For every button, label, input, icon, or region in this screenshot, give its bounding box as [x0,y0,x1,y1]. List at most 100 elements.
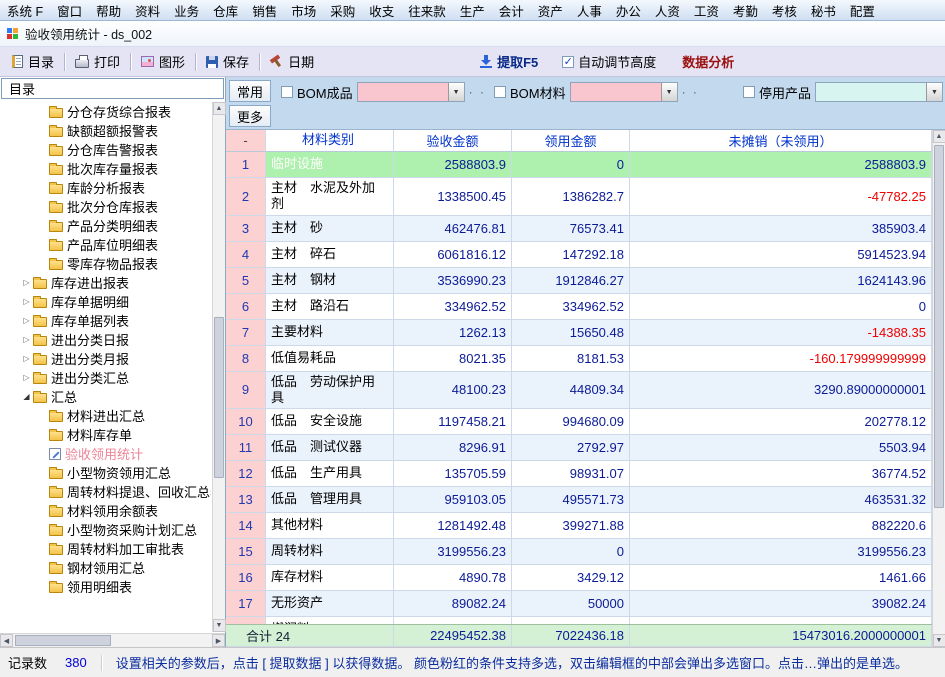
unamortized-amount-cell[interactable]: -160.179999999999 [630,346,932,372]
unamortized-amount-cell[interactable]: 5914523.94 [630,242,932,268]
use-amount-cell[interactable]: 147292.18 [512,242,630,268]
unamortized-amount-cell[interactable]: -47782.25 [630,178,932,216]
filter-combo[interactable] [357,82,465,102]
filter-checkbox[interactable] [743,86,755,98]
table-row[interactable]: 5主材 钢材3536990.231912846.271624143.96 [226,268,932,294]
unamortized-amount-cell[interactable]: 39082.24 [630,591,932,617]
unamortized-amount-cell[interactable]: 3199556.23 [630,539,932,565]
menu-item[interactable]: 市场 [284,0,323,22]
menu-item[interactable]: 工资 [687,0,726,22]
column-header-accept-amount[interactable]: 验收金额 [394,130,512,152]
use-amount-cell[interactable]: 50000 [512,591,630,617]
table-row[interactable]: 4主材 碎石6061816.12147292.185914523.94 [226,242,932,268]
tree-expander-icon[interactable] [20,392,33,401]
menu-item[interactable]: 人事 [570,0,609,22]
scrollbar-track[interactable] [13,634,212,647]
table-row[interactable]: 6主材 路沿石334962.52334962.520 [226,294,932,320]
category-cell[interactable]: 低品 劳动保护用具 [266,372,394,410]
tree-expander-icon[interactable] [20,335,33,344]
scrollbar-track[interactable] [933,143,945,634]
accept-amount-cell[interactable]: 3199556.23 [394,539,512,565]
use-amount-cell[interactable]: 29873.66 [512,617,630,624]
tree-item[interactable]: 进出分类汇总 [0,368,211,387]
table-row[interactable]: 16库存材料4890.783429.121461.66 [226,565,932,591]
tree-expander-icon[interactable] [20,373,33,382]
tree-expander-icon[interactable] [20,297,33,306]
table-row[interactable]: 10低品 安全设施1197458.21994680.09202778.12 [226,409,932,435]
tree-expander-icon[interactable] [20,354,33,363]
accept-amount-cell[interactable]: 1197458.21 [394,409,512,435]
tree-item[interactable]: 分仓库告警报表 [0,140,211,159]
tree-item[interactable]: 领用明细表 [0,577,211,596]
tree-item[interactable]: 小型物资采购计划汇总 [0,520,211,539]
use-amount-cell[interactable]: 399271.88 [512,513,630,539]
menu-item[interactable]: 窗口 [50,0,89,22]
use-amount-cell[interactable]: 98931.07 [512,461,630,487]
accept-amount-cell[interactable]: 6061816.12 [394,242,512,268]
use-amount-cell[interactable]: 0 [512,152,630,178]
unamortized-amount-cell[interactable]: 5503.94 [630,435,932,461]
menu-item[interactable]: 往来款 [401,0,453,22]
sidebar-vertical-scrollbar[interactable] [212,102,225,632]
tree-item[interactable]: 材料领用余额表 [0,501,211,520]
accept-amount-cell[interactable]: 48100.23 [394,372,512,410]
scrollbar-track[interactable] [213,115,225,619]
scroll-left-arrow[interactable] [0,634,13,647]
category-cell[interactable]: 主材 砂 [266,216,394,242]
scrollbar-thumb[interactable] [934,145,944,508]
table-row[interactable]: 9低品 劳动保护用具48100.2344809.343290.890000000… [226,372,932,410]
category-cell[interactable]: 低品 安全设施 [266,409,394,435]
category-cell[interactable]: 低品 生产用具 [266,461,394,487]
table-row[interactable]: 17无形资产89082.245000039082.24 [226,591,932,617]
catalog-button[interactable]: 目录 [4,49,62,74]
graph-button[interactable]: 图形 [133,49,193,74]
category-cell[interactable]: 库存材料 [266,565,394,591]
use-amount-cell[interactable]: 2792.97 [512,435,630,461]
unamortized-amount-cell[interactable]: 202778.12 [630,409,932,435]
table-row[interactable]: 1临时设施2588803.902588803.9 [226,152,932,178]
table-row[interactable]: 12低品 生产用具135705.5998931.0736774.52 [226,461,932,487]
tree-item[interactable]: 库存单据明细 [0,292,211,311]
filter-combo[interactable] [570,82,678,102]
tree-item[interactable]: 周转材料提退、回收汇总表 [0,482,211,501]
tree-item[interactable]: 材料进出汇总 [0,406,211,425]
tab-more[interactable]: 更多 [229,105,271,127]
unamortized-amount-cell[interactable]: 385903.4 [630,216,932,242]
menu-item[interactable]: 资产 [531,0,570,22]
menu-item[interactable]: 仓库 [206,0,245,22]
category-cell[interactable]: 主材 路沿石 [266,294,394,320]
tree-item[interactable]: 周转材料加工审批表 [0,539,211,558]
column-header-index[interactable]: - [226,130,266,152]
scroll-down-arrow[interactable] [933,634,945,647]
data-analysis-button[interactable]: 数据分析 [674,49,742,74]
table-row[interactable]: 11低品 测试仪器8296.912792.975503.94 [226,435,932,461]
scrollbar-thumb[interactable] [214,317,224,478]
table-row[interactable]: 2主材 水泥及外加剂1338500.451386282.7-47782.25 [226,178,932,216]
table-row[interactable]: 15周转材料3199556.2303199556.23 [226,539,932,565]
use-amount-cell[interactable]: 495571.73 [512,487,630,513]
use-amount-cell[interactable]: 76573.41 [512,216,630,242]
accept-amount-cell[interactable]: 135705.59 [394,461,512,487]
table-row[interactable]: 8低值易耗品8021.358181.53-160.179999999999 [226,346,932,372]
use-amount-cell[interactable]: 1386282.7 [512,178,630,216]
use-amount-cell[interactable]: 334962.52 [512,294,630,320]
category-cell[interactable]: 低品 管理用具 [266,487,394,513]
accept-amount-cell[interactable]: 2588803.9 [394,152,512,178]
tree-item[interactable]: 缺额超额报警表 [0,121,211,140]
extract-button[interactable]: 提取F5 [472,49,546,74]
menu-item[interactable]: 采购 [323,0,362,22]
tree-item[interactable]: 库存单据列表 [0,311,211,330]
menu-item[interactable]: 配置 [843,0,882,22]
table-row[interactable]: 13低品 管理用具959103.05495571.73463531.32 [226,487,932,513]
unamortized-amount-cell[interactable]: 3290.89000000001 [630,372,932,410]
use-amount-cell[interactable]: 3429.12 [512,565,630,591]
unamortized-amount-cell[interactable]: 36774.52 [630,461,932,487]
category-cell[interactable]: 无形资产 [266,591,394,617]
tree-item[interactable]: 进出分类月报 [0,349,211,368]
combo-dropdown-button[interactable] [448,83,464,101]
unamortized-amount-cell[interactable]: 1624143.96 [630,268,932,294]
category-cell[interactable]: 临时设施 [266,152,394,178]
use-amount-cell[interactable]: 44809.34 [512,372,630,410]
tree-item[interactable]: 分仓存货综合报表 [0,102,211,121]
table-row[interactable]: 3主材 砂462476.8176573.41385903.4 [226,216,932,242]
